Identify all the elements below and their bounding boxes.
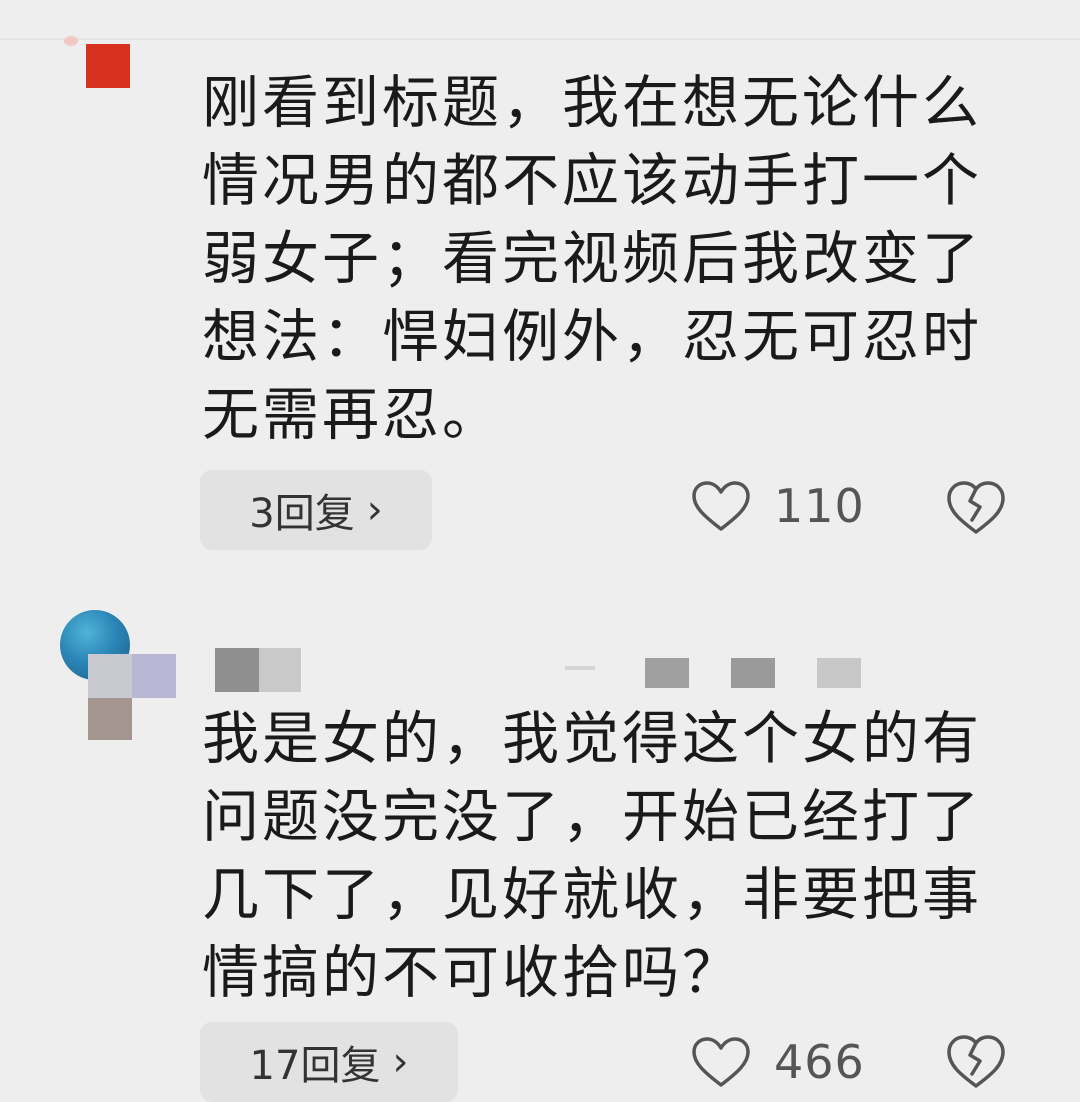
comment-text: 刚看到标题，我在想无论什么 情况男的都不应该动手打一个 弱女子；看完视频后我改变…	[202, 70, 982, 448]
avatar[interactable]	[60, 610, 180, 740]
replies-label: 3回复	[249, 491, 355, 537]
avatar-pixel	[64, 36, 78, 46]
blur-block	[259, 648, 301, 692]
replies-label: 17回复	[249, 1043, 381, 1089]
blur-block	[817, 658, 861, 688]
comment-text: 我是女的，我觉得这个女的有 问题没完没了，开始已经打了 几下了，见好就收，非要把…	[202, 706, 982, 1006]
avatar-pixel	[88, 698, 132, 740]
view-replies-button[interactable]: 17回复 ›	[200, 1022, 458, 1102]
blur-block	[645, 658, 689, 688]
avatar-pixel	[86, 44, 130, 88]
username-blurred[interactable]	[215, 640, 915, 696]
blur-block	[215, 648, 259, 692]
chevron-right-icon: ›	[366, 487, 383, 533]
view-replies-button[interactable]: 3回复 ›	[200, 470, 432, 550]
like-count: 110	[774, 479, 865, 533]
chevron-right-icon: ›	[392, 1039, 409, 1085]
broken-heart-icon[interactable]	[944, 476, 1008, 540]
avatar[interactable]	[60, 34, 140, 94]
blur-block	[731, 658, 775, 688]
like-count: 466	[774, 1035, 865, 1089]
comment-item: 刚看到标题，我在想无论什么 情况男的都不应该动手打一个 弱女子；看完视频后我改变…	[0, 0, 1080, 560]
like-button[interactable]: 466	[690, 1022, 865, 1102]
comment-item: 我是女的，我觉得这个女的有 问题没完没了，开始已经打了 几下了，见好就收，非要把…	[0, 600, 1080, 1102]
broken-heart-icon[interactable]	[944, 1030, 1008, 1094]
heart-outline-icon	[692, 481, 750, 531]
avatar-pixel	[88, 654, 132, 698]
avatar-pixel	[132, 654, 176, 698]
like-button[interactable]: 110	[690, 466, 865, 546]
heart-outline-icon	[692, 1037, 750, 1087]
blur-block	[565, 666, 595, 670]
